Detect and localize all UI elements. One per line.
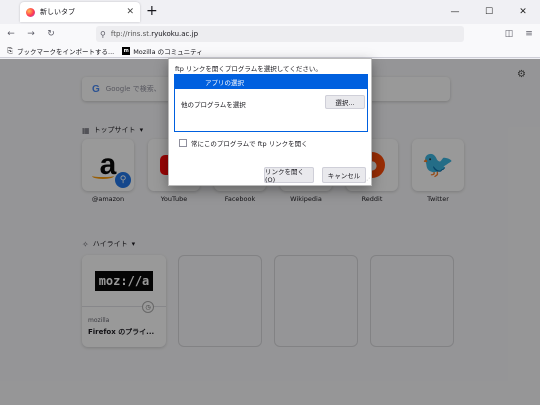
forward-button[interactable]: → — [22, 25, 40, 43]
dialog-title: ftp リンクを開くプログラムを選択してください。 — [175, 65, 322, 73]
navigation-bar: ← → ↻ ⚲ ftp://rins.st.ryukoku.ac.jp ◫ ≡ — [0, 24, 540, 44]
choose-button[interactable]: 選択... — [325, 95, 365, 109]
resize-grip-icon[interactable]: ⋰ — [364, 177, 370, 184]
new-tab-button[interactable]: + — [146, 4, 158, 18]
app-list-item-selected[interactable]: アプリの選択 — [175, 75, 367, 89]
always-use-row[interactable]: 常にこのプログラムで ftp リンクを開く — [179, 138, 308, 148]
always-use-checkbox[interactable] — [179, 139, 187, 147]
url-domain: ryukoku.ac.jp — [151, 30, 199, 38]
bookmark-mozilla-community[interactable]: m Mozilla のコミュニティ — [122, 46, 203, 56]
search-icon: ⚲ — [100, 29, 106, 39]
window-close-button[interactable]: ✕ — [506, 0, 540, 24]
always-use-label: 常にこのプログラムで ftp リンクを開く — [191, 140, 308, 148]
other-program-label: 他のプログラムを選択 — [181, 101, 246, 109]
menu-icon[interactable]: ≡ — [522, 26, 536, 42]
url-bar[interactable]: ⚲ ftp://rins.st.ryukoku.ac.jp — [96, 26, 464, 42]
tab-close-icon[interactable]: ✕ — [126, 7, 134, 17]
back-button[interactable]: ← — [2, 25, 20, 43]
window-controls: — ☐ ✕ — [438, 0, 540, 24]
app-list[interactable]: アプリの選択 他のプログラムを選択 選択... — [174, 74, 368, 132]
url-prefix: ftp://rins.st. — [110, 30, 152, 38]
bookmark-mozilla-label: Mozilla のコミュニティ — [133, 47, 203, 56]
mozilla-icon: m — [122, 46, 131, 55]
bookmark-import[interactable]: ⎘ ブックマークをインポートする... — [6, 46, 114, 56]
maximize-button[interactable]: ☐ — [472, 0, 506, 24]
firefox-icon — [26, 7, 35, 17]
bookmarks-toolbar: ⎘ ブックマークをインポートする... m Mozilla のコミュニティ — [0, 44, 540, 58]
bookmark-import-label: ブックマークをインポートする... — [17, 47, 115, 56]
app-chooser-dialog: ftp リンクを開くプログラムを選択してください。 アプリの選択 他のプログラム… — [168, 58, 372, 186]
open-link-button[interactable]: リンクを開く(O) — [264, 167, 314, 184]
toolbar-right: ◫ ≡ — [502, 26, 536, 42]
tab-new-tab[interactable]: 新しいタブ ✕ — [20, 2, 140, 22]
cancel-button[interactable]: キャンセル — [322, 167, 366, 183]
import-icon: ⎘ — [7, 46, 13, 55]
pocket-icon[interactable]: ◫ — [502, 26, 516, 42]
tab-title: 新しいタブ — [40, 8, 75, 16]
title-bar: 新しいタブ ✕ + — ☐ ✕ — [0, 0, 540, 24]
url-text: ftp://rins.st.ryukoku.ac.jp — [111, 30, 198, 38]
reload-button[interactable]: ↻ — [42, 25, 60, 43]
minimize-button[interactable]: — — [438, 0, 472, 24]
